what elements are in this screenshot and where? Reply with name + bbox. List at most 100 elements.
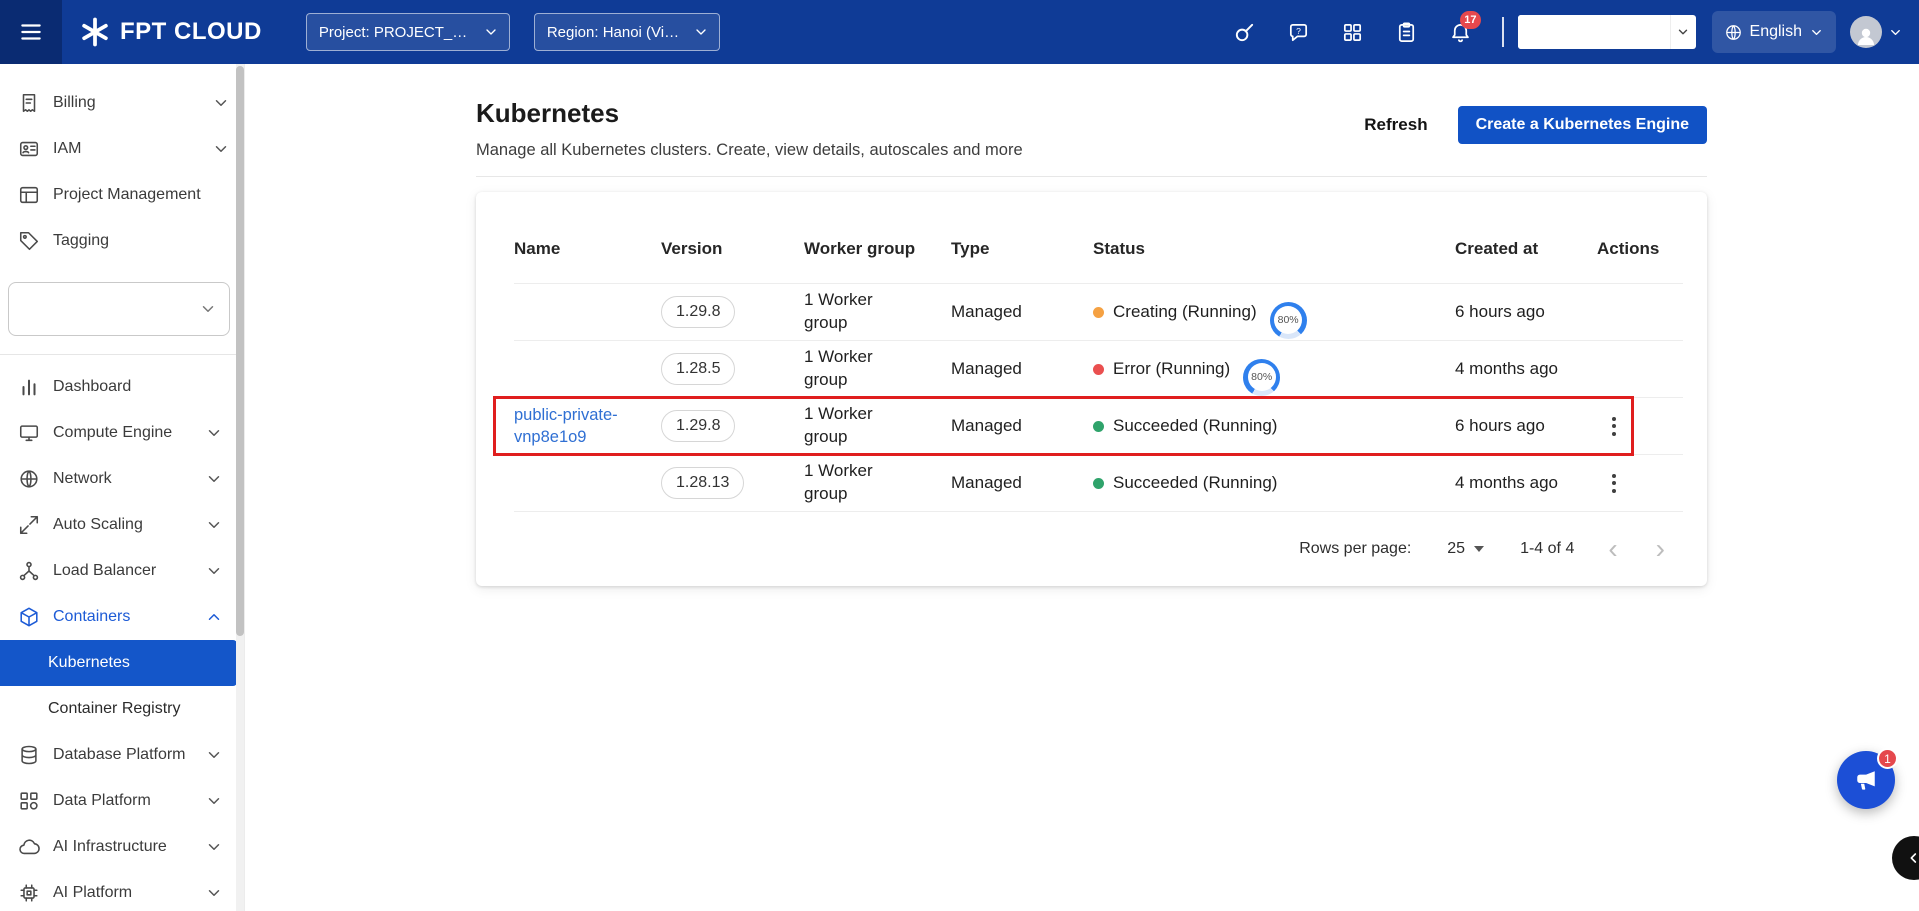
- status-dot: [1093, 364, 1104, 375]
- sidebar-item-containers[interactable]: Containers: [0, 594, 237, 640]
- version-chip: 1.29.8: [661, 410, 735, 442]
- load-balancer-icon: [18, 560, 40, 582]
- sidebar-item-iam[interactable]: IAM: [0, 126, 244, 172]
- rows-per-page-select[interactable]: 25: [1441, 539, 1490, 559]
- sidebar-item-tagging[interactable]: Tagging: [0, 218, 244, 264]
- support-chat-button[interactable]: ?: [1277, 10, 1321, 54]
- notifications-button[interactable]: 17: [1439, 10, 1483, 54]
- scrollbar-thumb[interactable]: [236, 66, 244, 636]
- search-dropdown-caret[interactable]: [1670, 15, 1696, 49]
- project-selector[interactable]: Project: PROJECT_XPL...: [306, 13, 510, 51]
- sidebar-item-ai-platform[interactable]: AI Platform: [0, 870, 237, 911]
- sidebar-divider: [0, 354, 237, 355]
- pagination-range: 1-4 of 4: [1520, 540, 1574, 558]
- survey-button[interactable]: [1385, 10, 1429, 54]
- chevron-down-icon: [205, 516, 223, 534]
- iam-icon: [18, 138, 40, 160]
- chevron-down-icon: [205, 838, 223, 856]
- sidebar-subitem-container-registry[interactable]: Container Registry: [0, 686, 237, 732]
- progress-ring: 80%: [1243, 359, 1280, 396]
- announcements-fab[interactable]: 1: [1837, 751, 1895, 809]
- column-header-type: Type: [951, 239, 1093, 259]
- table-header-row: Name Version Worker group Type Status Cr…: [514, 192, 1683, 284]
- refresh-button[interactable]: Refresh: [1358, 114, 1433, 136]
- sidebar-item-data-platform[interactable]: Data Platform: [0, 778, 237, 824]
- worker-group: 1 Worker group: [804, 403, 888, 449]
- sidebar-scrollbar[interactable]: [236, 64, 244, 911]
- user-menu[interactable]: [1850, 16, 1903, 48]
- row-actions-menu-button[interactable]: [1599, 468, 1629, 499]
- sidebar-item-label: Data Platform: [53, 792, 205, 810]
- region-selector[interactable]: Region: Hanoi (Vietna...: [534, 13, 720, 51]
- status-text: Creating (Running): [1113, 302, 1257, 322]
- rows-per-page-value: 25: [1447, 540, 1465, 558]
- avatar: [1850, 16, 1882, 48]
- sidebar-item-auto-scaling[interactable]: Auto Scaling: [0, 502, 237, 548]
- sidebar-item-database-platform[interactable]: Database Platform: [0, 732, 237, 778]
- project-selector-label: Project: PROJECT_XPL...: [319, 24, 473, 41]
- hamburger-icon: [18, 19, 44, 45]
- next-page-button[interactable]: ›: [1652, 535, 1669, 563]
- sidebar-item-network[interactable]: Network: [0, 456, 237, 502]
- sidebar-item-billing[interactable]: Billing: [0, 80, 244, 126]
- sidebar-subitem-kubernetes[interactable]: Kubernetes: [0, 640, 237, 686]
- sidebar-item-load-balancer[interactable]: Load Balancer: [0, 548, 237, 594]
- sidebar-item-label: AI Platform: [53, 884, 205, 902]
- header-divider: [476, 176, 1707, 177]
- menu-button[interactable]: [0, 0, 62, 64]
- sidebar-item-ai-infrastructure[interactable]: AI Infrastructure: [0, 824, 237, 870]
- caret-down-icon: [1474, 546, 1484, 552]
- column-header-created-at: Created at: [1455, 239, 1597, 259]
- topbar-search: [1518, 15, 1696, 49]
- sidebar-item-dashboard[interactable]: Dashboard: [0, 364, 237, 410]
- vpc-selector[interactable]: [8, 282, 230, 336]
- cluster-type: Managed: [951, 302, 1093, 322]
- topbar-actions: ? 17: [1218, 10, 1903, 54]
- status-text: Succeeded (Running): [1113, 416, 1277, 436]
- previous-page-button[interactable]: ‹: [1604, 535, 1621, 563]
- megaphone-icon: [1852, 766, 1880, 794]
- project-management-icon: [18, 184, 40, 206]
- main-content: Kubernetes Manage all Kubernetes cluster…: [245, 64, 1919, 911]
- fpt-cloud-logo[interactable]: FPT CLOUD: [80, 17, 262, 47]
- sidebar-item-label: Compute Engine: [53, 424, 205, 442]
- sidebar-item-label: Kubernetes: [48, 654, 130, 672]
- sidebar-item-compute-engine[interactable]: Compute Engine: [0, 410, 237, 456]
- chevron-down-icon: [205, 884, 223, 902]
- created-at: 6 hours ago: [1455, 302, 1597, 322]
- cluster-name-link[interactable]: public-private-vnp8e1o9: [514, 406, 618, 446]
- clipboard-icon: [1395, 21, 1418, 44]
- table-row: 1.28.5 1 Worker group Managed Error (Run…: [514, 341, 1683, 398]
- dashboard-icon: [18, 376, 40, 398]
- language-label: English: [1750, 23, 1802, 41]
- search-shortcut-button[interactable]: [1223, 10, 1267, 54]
- column-header-actions: Actions: [1597, 239, 1683, 259]
- sidebar-item-project-management[interactable]: Project Management: [0, 172, 244, 218]
- chip-icon: [18, 882, 40, 904]
- network-icon: [18, 468, 40, 490]
- support-chat-icon: ?: [1287, 21, 1310, 44]
- sidebar-item-label: Billing: [53, 94, 212, 112]
- chevron-down-icon: [205, 746, 223, 764]
- chevron-down-icon: [693, 24, 707, 40]
- apps-grid-button[interactable]: [1331, 10, 1375, 54]
- language-selector[interactable]: English: [1712, 11, 1836, 53]
- status-dot: [1093, 307, 1104, 318]
- sidebar-item-label: IAM: [53, 140, 212, 158]
- worker-group: 1 Worker group: [804, 346, 888, 392]
- topbar-search-input[interactable]: [1518, 15, 1670, 49]
- billing-icon: [18, 92, 40, 114]
- data-platform-icon: [18, 790, 40, 812]
- status-dot: [1093, 421, 1104, 432]
- sidebar-item-label: Database Platform: [53, 746, 205, 764]
- column-header-name: Name: [514, 239, 661, 259]
- sidebar: Billing IAM Project Management Taggin: [0, 64, 245, 911]
- database-icon: [18, 744, 40, 766]
- auto-scaling-icon: [18, 514, 40, 536]
- rows-per-page-label: Rows per page:: [1299, 540, 1411, 558]
- row-actions-menu-button[interactable]: [1599, 411, 1629, 442]
- version-chip: 1.28.13: [661, 467, 744, 499]
- progress-value: 80%: [1243, 359, 1280, 396]
- create-kubernetes-engine-button[interactable]: Create a Kubernetes Engine: [1458, 106, 1707, 144]
- table-row: 1.28.13 1 Worker group Managed Succeeded…: [514, 455, 1683, 512]
